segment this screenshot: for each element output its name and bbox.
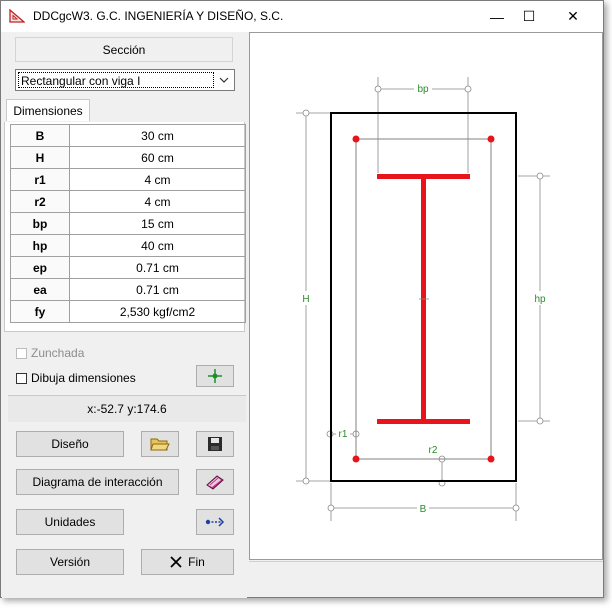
dim-key: bp: [10, 212, 70, 235]
x-icon: [170, 556, 182, 568]
table-row: ea 0.71 cm: [10, 278, 246, 301]
minimize-icon: —: [490, 8, 504, 25]
window-title: DDCgcW3. G.C. INGENIERÍA Y DISEÑO, S.C.: [33, 9, 284, 23]
rebar-dot: [352, 135, 360, 143]
dim-node: [374, 85, 382, 93]
dim-node: [302, 477, 310, 485]
dim-label-B: B: [420, 504, 427, 515]
dimensions-table: B 30 cm H 60 cm r1 4 cm r2 4 cm bp 15 cm hp 40…: [10, 124, 246, 323]
dim-label-hp: hp: [534, 294, 546, 305]
unidades-button[interactable]: Unidades: [16, 509, 124, 535]
section-type-select[interactable]: Rectangular con viga I: [15, 69, 235, 91]
version-button[interactable]: Versión: [16, 549, 124, 575]
dim-key: B: [10, 124, 70, 147]
title-bar[interactable]: DDCgcW3. G.C. INGENIERÍA Y DISEÑO, S.C. …: [1, 1, 603, 32]
dim-value[interactable]: 15 cm: [69, 212, 246, 235]
app-window: DDCgcW3. G.C. INGENIERÍA Y DISEÑO, S.C. …: [0, 0, 604, 598]
dibuja-dimensiones-checkbox[interactable]: Dibuja dimensiones: [16, 371, 136, 385]
table-row: r1 4 cm: [10, 168, 246, 191]
table-row: ep 0.71 cm: [10, 256, 246, 279]
left-panel: Sección Rectangular con viga I Dimension…: [2, 32, 247, 598]
zunchada-box[interactable]: [16, 347, 27, 359]
dim-key: r1: [10, 168, 70, 191]
fin-label: Fin: [188, 555, 205, 569]
status-bar: [249, 561, 603, 591]
chevron-down-icon: [219, 77, 229, 83]
tab-dimensiones[interactable]: Dimensiones: [6, 99, 90, 121]
section-drawing: bp H hp B r1 r2: [296, 77, 550, 521]
dibuja-dimensiones-label: Dibuja dimensiones: [31, 371, 136, 385]
dim-node: [512, 504, 520, 512]
dim-value[interactable]: 4 cm: [69, 190, 246, 213]
diagrama-interaccion-button[interactable]: Diagrama de interacción: [16, 469, 179, 495]
dim-value[interactable]: 30 cm: [69, 124, 246, 147]
table-row: hp 40 cm: [10, 234, 246, 257]
dim-node: [464, 85, 472, 93]
dim-key: ea: [10, 278, 70, 301]
crosshair-icon: [208, 369, 222, 383]
zunchada-label: Zunchada: [31, 346, 85, 360]
table-row: B 30 cm: [10, 124, 246, 147]
close-button[interactable]: ✕: [553, 1, 593, 32]
dim-key: H: [10, 146, 70, 169]
dim-node: [302, 109, 310, 117]
dim-label-bp: bp: [417, 84, 429, 95]
dim-value[interactable]: 4 cm: [69, 168, 246, 191]
units-button[interactable]: [196, 509, 234, 535]
book-icon: [206, 475, 224, 490]
dim-node: [327, 504, 335, 512]
dibuja-dimensiones-box[interactable]: [16, 372, 27, 384]
open-button[interactable]: [141, 431, 179, 457]
zunchada-checkbox[interactable]: Zunchada: [16, 346, 84, 360]
maximize-button[interactable]: ☐: [509, 1, 549, 32]
rebar-dot: [487, 455, 495, 463]
dim-key: hp: [10, 234, 70, 257]
dim-node: [536, 172, 544, 180]
dim-value[interactable]: 40 cm: [69, 234, 246, 257]
dim-label-r1: r1: [339, 429, 348, 440]
dim-value[interactable]: 60 cm: [69, 146, 246, 169]
steel-bottom-flange: [377, 419, 470, 424]
dim-key: fy: [10, 300, 70, 323]
dim-node: [536, 417, 544, 425]
maximize-icon: ☐: [522, 8, 536, 24]
section-button[interactable]: Sección: [15, 37, 233, 62]
coordinates-readout: x:-52.7 y:174.6: [8, 395, 246, 422]
dimensions-panel: B 30 cm H 60 cm r1 4 cm r2 4 cm bp 15 cm hp 40…: [4, 122, 246, 332]
crosshair-button[interactable]: [196, 365, 234, 387]
dim-key: ep: [10, 256, 70, 279]
dim-value[interactable]: 2,530 kgf/cm2: [69, 300, 246, 323]
book-button[interactable]: [196, 469, 234, 495]
section-type-value: Rectangular con viga I: [18, 72, 214, 88]
rebar-dot: [352, 455, 360, 463]
open-folder-icon: [150, 438, 170, 451]
table-row: fy 2,530 kgf/cm2: [10, 300, 246, 323]
fin-button[interactable]: Fin: [141, 549, 234, 575]
diseno-button[interactable]: Diseño: [16, 431, 124, 457]
tab-strip: Dimensiones: [4, 98, 245, 123]
table-row: bp 15 cm: [10, 212, 246, 235]
dim-key: r2: [10, 190, 70, 213]
table-row: r2 4 cm: [10, 190, 246, 213]
rebar-dot: [487, 135, 495, 143]
floppy-disk-icon: [208, 437, 222, 451]
steel-top-flange: [377, 174, 470, 179]
table-row: H 60 cm: [10, 146, 246, 169]
arrow-exchange-icon: [205, 517, 225, 527]
ruler-triangle-icon: [9, 9, 25, 23]
dim-value[interactable]: 0.71 cm: [69, 278, 246, 301]
drawing-canvas[interactable]: bp H hp B r1 r2: [249, 32, 603, 560]
dim-label-r2: r2: [429, 445, 438, 456]
save-button[interactable]: [196, 431, 234, 457]
dim-label-H: H: [302, 294, 309, 305]
close-icon: ✕: [567, 8, 579, 24]
dim-value[interactable]: 0.71 cm: [69, 256, 246, 279]
